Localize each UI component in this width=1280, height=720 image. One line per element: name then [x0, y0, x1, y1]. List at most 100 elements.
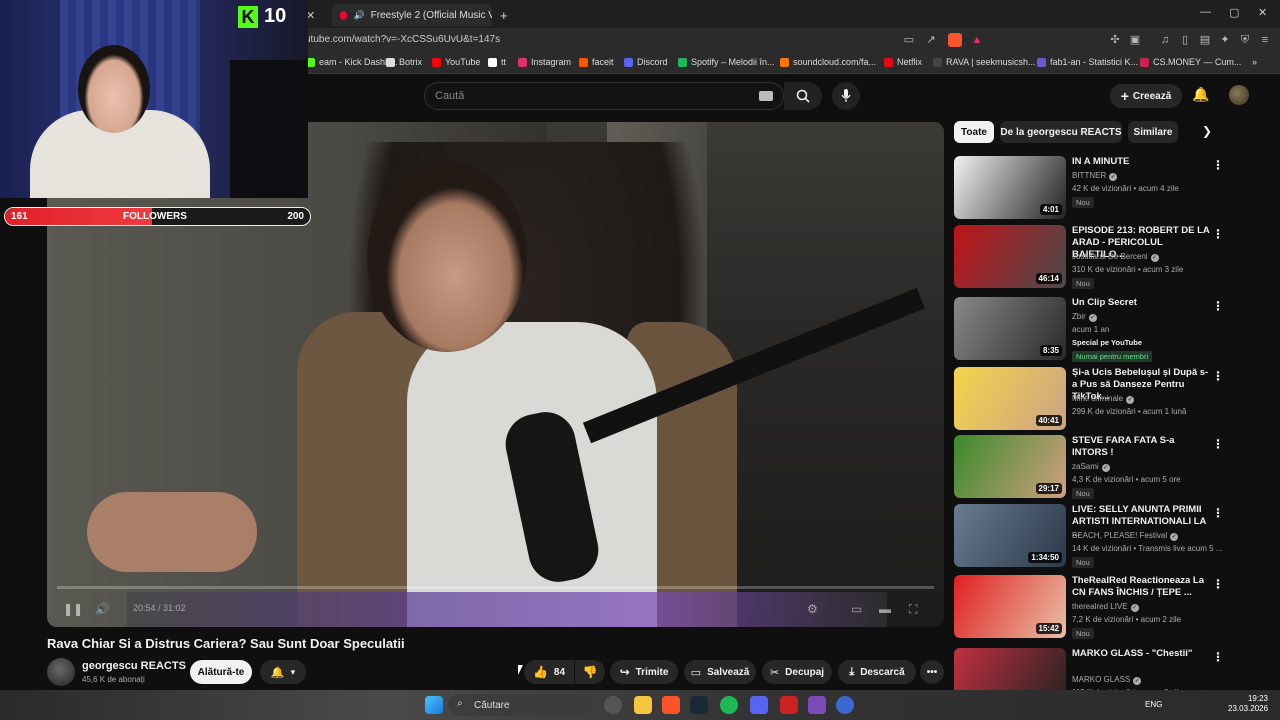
join-button[interactable]: Alătură-te	[190, 660, 252, 684]
subscription-bell-button[interactable]: 🔔 ▾	[260, 660, 306, 684]
spotify-icon[interactable]	[720, 696, 738, 714]
miniplayer-icon[interactable]: ▭	[851, 602, 862, 616]
bookmark-item[interactable]: YouTube	[432, 57, 480, 67]
recommendation-item[interactable]: 15:42 TheRealRed Reactioneaza La CN FANS …	[954, 575, 1270, 639]
pause-icon[interactable]: ❚❚	[63, 602, 83, 616]
vpn-icon[interactable]: ⛨	[1238, 33, 1252, 47]
cast-icon[interactable]: ▭	[902, 33, 916, 47]
more-options-icon[interactable]: ⋮	[1212, 227, 1224, 241]
recommendation-thumbnail[interactable]: 29:17	[954, 435, 1066, 498]
account-avatar[interactable]	[1229, 85, 1249, 105]
window-close-icon[interactable]: ✕	[1258, 6, 1267, 19]
more-options-icon[interactable]: ⋮	[1212, 437, 1224, 451]
sidebar-toggle-icon[interactable]: ▯	[1178, 33, 1192, 47]
video-progress-bar[interactable]	[57, 586, 934, 589]
speaker-icon[interactable]: 🔊	[353, 10, 364, 21]
recommendation-title[interactable]: IN A MINUTE	[1072, 156, 1212, 168]
more-options-icon[interactable]: ⋮	[1212, 506, 1224, 520]
bookmark-item[interactable]: Botrix	[386, 57, 422, 67]
more-options-icon[interactable]: ⋮	[1212, 158, 1224, 172]
channel-name[interactable]: georgescu REACTS	[82, 660, 186, 672]
recommendation-thumbnail[interactable]: 15:42	[954, 575, 1066, 638]
recommendation-title[interactable]: STEVE FARA FATA S-a INTORS !	[1072, 435, 1212, 459]
chip-from-channel[interactable]: De la georgescu REACTS	[1000, 121, 1122, 143]
steam-icon[interactable]	[690, 696, 708, 714]
discord-icon[interactable]	[750, 696, 768, 714]
rewards-icon[interactable]: ▲	[970, 33, 984, 47]
recommendation-thumbnail[interactable]: 4:01	[954, 156, 1066, 219]
recommendation-thumbnail[interactable]: 46:14	[954, 225, 1066, 288]
input-language[interactable]: ENG	[1145, 700, 1162, 709]
extensions-icon[interactable]: ✣	[1108, 33, 1122, 47]
bookmark-item[interactable]: Discord	[624, 57, 668, 67]
recommendation-channel[interactable]: BITTNER ✓	[1072, 171, 1118, 181]
bookmark-item[interactable]: faceit	[579, 57, 614, 67]
recommendation-item[interactable]: 1:34:50 LIVE: SELLY ANUNTA PRIMII ARTISTI…	[954, 504, 1270, 568]
search-input[interactable]: Caută	[424, 82, 784, 110]
bookmark-item[interactable]: fab1-an - Statistici K...	[1037, 57, 1138, 67]
address-input[interactable]: utube.com/watch?v=-XcCSSu6UvU&t=147s	[305, 34, 500, 45]
bookmarks-overflow-icon[interactable]: »	[1252, 57, 1257, 67]
brave-browser-icon[interactable]	[662, 696, 680, 714]
chip-all[interactable]: Toate	[954, 121, 994, 143]
download-button[interactable]: ⤓ Descarcă	[838, 660, 916, 684]
settings-gear-icon[interactable]: ⚙	[807, 602, 818, 616]
more-actions-button[interactable]: •••	[920, 660, 944, 684]
maximize-icon[interactable]: ▢	[1229, 6, 1239, 19]
windows-start-icon[interactable]	[425, 696, 443, 714]
bookmark-item[interactable]: Netflix	[884, 57, 922, 67]
bookmark-item[interactable]: Spotify – Melodii în...	[678, 57, 775, 67]
recommendation-channel[interactable]: MARKO GLASS ✓	[1072, 675, 1142, 685]
bookmark-item[interactable]: RAVA | seekmusicsh...	[933, 57, 1036, 67]
recommendation-title[interactable]: TheRealRed Reactioneaza La CN FANS ÎNCHI…	[1072, 575, 1212, 599]
tab-active[interactable]: 🔊 Freestyle 2 (Official Music Video)	[332, 4, 492, 26]
more-options-icon[interactable]: ⋮	[1212, 299, 1224, 313]
recommendation-channel[interactable]: BEACH, PLEASE! Festival ✓	[1072, 531, 1179, 541]
recommendation-title[interactable]: MARKO GLASS - "Chestii"	[1072, 648, 1212, 660]
share-button[interactable]: ↪ Trimite	[610, 660, 678, 684]
recommendation-channel[interactable]: Zbir ✓	[1072, 312, 1097, 322]
bookmark-item[interactable]: soundcloud.com/fa...	[780, 57, 876, 67]
chevron-right-icon[interactable]: ❯	[1202, 124, 1212, 138]
bookmark-item[interactable]: eam - Kick Dashb...	[306, 57, 398, 67]
task-view-icon[interactable]	[604, 696, 622, 714]
minimize-icon[interactable]: —	[1200, 6, 1211, 18]
recommendation-channel[interactable]: zaSami ✓	[1072, 462, 1110, 472]
file-explorer-icon[interactable]	[634, 696, 652, 714]
search-button[interactable]	[784, 82, 822, 110]
recommendation-item[interactable]: 8:35 Un Clip Secret Zbir ✓ acum 1 an Special …	[954, 297, 1270, 362]
keyboard-icon[interactable]	[759, 91, 773, 101]
volume-icon[interactable]: 🔊	[95, 602, 110, 616]
recommendation-item[interactable]: 29:17 STEVE FARA FATA S-a INTORS ! zaSami ✓…	[954, 435, 1270, 499]
more-options-icon[interactable]: ⋮	[1212, 650, 1224, 664]
share-page-icon[interactable]: ↗	[924, 33, 938, 47]
overlay-app-icon[interactable]	[808, 696, 826, 714]
chip-related[interactable]: Similare	[1128, 121, 1178, 143]
recommendation-item[interactable]: 4:01 IN A MINUTE BITTNER ✓ 42 K de vizionări…	[954, 156, 1270, 220]
leo-ai-icon[interactable]: ✦	[1218, 33, 1232, 47]
screenshot-icon[interactable]: ▣	[1128, 33, 1142, 47]
recommendation-thumbnail[interactable]: 8:35	[954, 297, 1066, 360]
more-options-icon[interactable]: ⋮	[1212, 577, 1224, 591]
brave-shield-icon[interactable]	[948, 33, 962, 47]
like-button[interactable]: 👍 84	[524, 660, 574, 684]
recommendation-thumbnail[interactable]: 40:41	[954, 367, 1066, 430]
recommendation-channel[interactable]: Justitiarul De Berceni ✓	[1072, 252, 1159, 262]
fullscreen-icon[interactable]: ⛶	[909, 602, 917, 617]
taskbar-clock[interactable]: 19:23 23.03.2026	[1228, 694, 1268, 714]
save-button[interactable]: ▭ Salvează	[684, 660, 756, 684]
clip-button[interactable]: ✂ Decupaj	[762, 660, 832, 684]
channel-avatar[interactable]	[47, 658, 75, 686]
voice-search-button[interactable]	[832, 82, 860, 110]
media-app-icon[interactable]	[780, 696, 798, 714]
recommendation-channel[interactable]: therealred LIVE ✓	[1072, 602, 1139, 612]
recommendation-thumbnail[interactable]: 1:34:50	[954, 504, 1066, 567]
recommendation-item[interactable]: 40:41 Și-a Ucis Bebelușul și După s-a Pus…	[954, 367, 1270, 431]
menu-icon[interactable]: ≡	[1258, 33, 1272, 47]
recommendation-title[interactable]: Un Clip Secret	[1072, 297, 1212, 309]
media-icon[interactable]: ♫	[1158, 33, 1172, 47]
new-tab-button[interactable]: +	[500, 4, 508, 26]
settings-app-icon[interactable]	[836, 696, 854, 714]
dislike-button[interactable]: 👎	[575, 660, 605, 684]
wallet-icon[interactable]: ▤	[1198, 33, 1212, 47]
